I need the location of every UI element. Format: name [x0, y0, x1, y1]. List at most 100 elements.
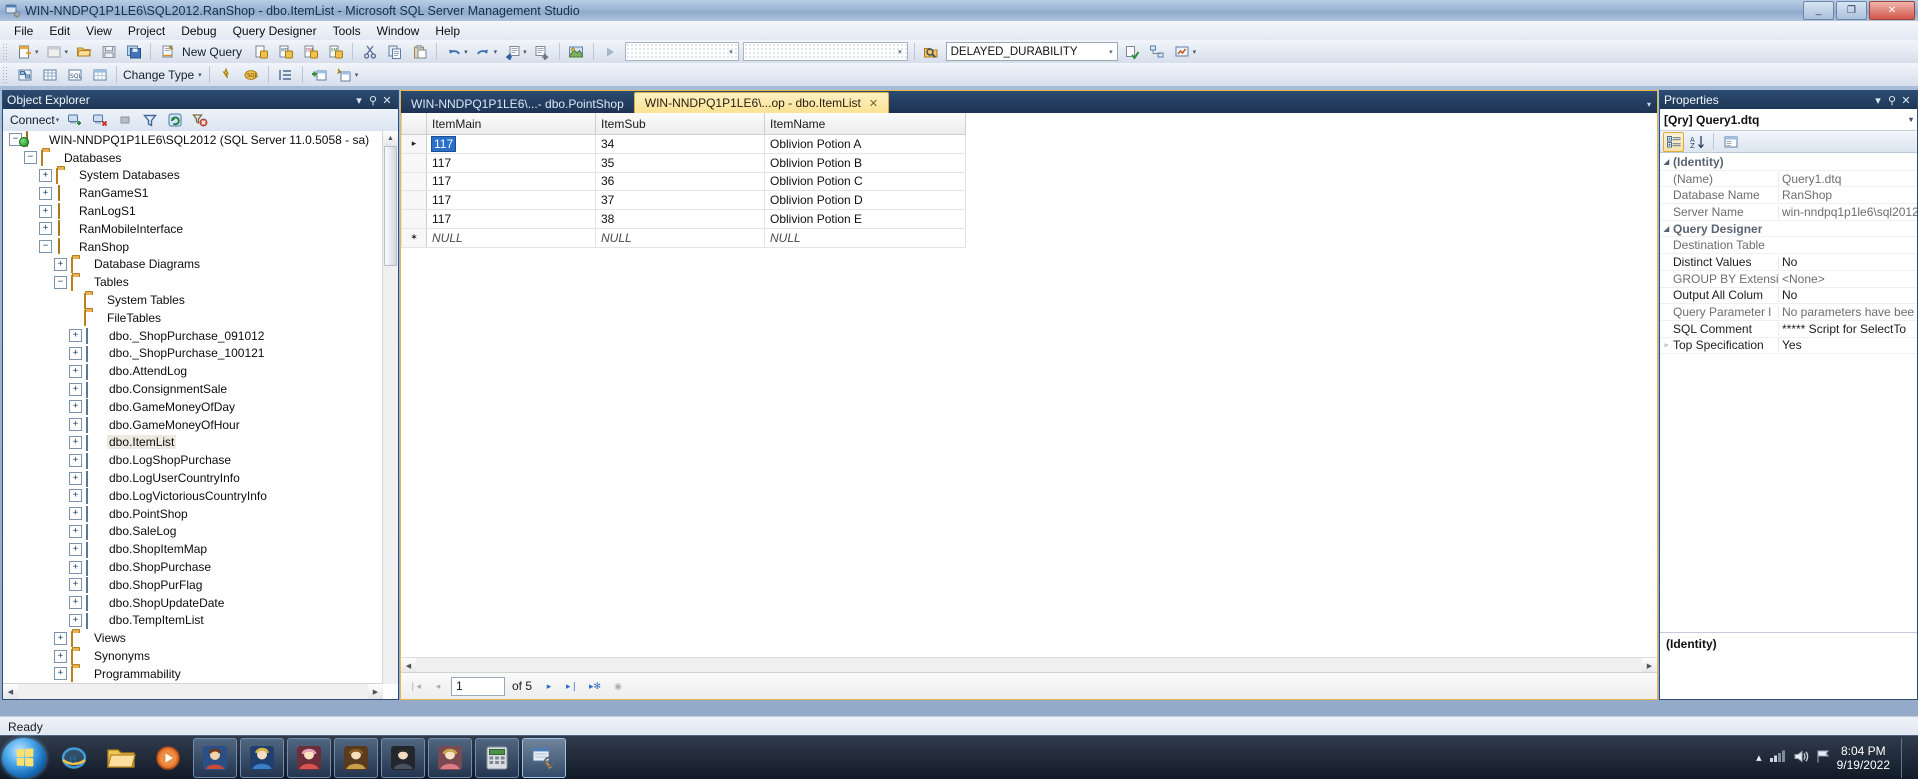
combo-1[interactable]: ▾ — [624, 42, 739, 61]
expand-icon[interactable]: + — [69, 435, 82, 449]
parse-icon[interactable] — [1121, 41, 1144, 63]
collapse-icon[interactable]: − — [24, 151, 37, 165]
tree-node[interactable]: + dbo.LogVictoriousCountryInfo — [3, 487, 398, 505]
property-value[interactable]: ***** Script for SelectTo — [1778, 321, 1917, 336]
new-project-icon[interactable] — [43, 41, 66, 63]
include-actual-plan-icon[interactable] — [1171, 41, 1194, 63]
table-cell[interactable]: 117 — [426, 171, 596, 192]
connect-icon[interactable] — [63, 109, 86, 131]
refresh-icon[interactable] — [163, 109, 186, 131]
pin-icon[interactable]: ⚲ — [1885, 93, 1899, 107]
expander-icon[interactable]: ◢ — [1660, 225, 1673, 233]
property-row[interactable]: GROUP BY Extensi <None> — [1660, 271, 1917, 288]
pin-icon[interactable]: ⚲ — [366, 93, 380, 107]
analysis-dmx-query-icon[interactable]: DM — [299, 41, 322, 63]
expand-icon[interactable]: + — [69, 507, 82, 521]
collapse-icon[interactable]: − — [39, 240, 52, 254]
tree-node[interactable]: − WIN-NNDPQ1P1LE6\SQL2012 (SQL Server 11.… — [3, 131, 398, 149]
categorized-icon[interactable] — [1663, 131, 1684, 152]
table-cell[interactable]: NULL — [426, 227, 596, 248]
property-row[interactable]: Destination Table — [1660, 237, 1917, 255]
table-cell[interactable]: 117 — [426, 152, 596, 173]
disconnect-icon[interactable] — [88, 109, 111, 131]
table-cell[interactable]: 37 — [595, 190, 765, 211]
expand-icon[interactable]: + — [39, 168, 52, 182]
menu-window[interactable]: Window — [369, 22, 428, 40]
clock[interactable]: 8:04 PM 9/19/2022 — [1837, 744, 1890, 772]
property-row[interactable]: SQL Comment ***** Script for SelectTo — [1660, 321, 1917, 338]
expand-icon[interactable]: + — [69, 542, 82, 556]
expand-icon[interactable]: + — [69, 471, 82, 485]
menu-tools[interactable]: Tools — [325, 22, 369, 40]
menu-debug[interactable]: Debug — [173, 22, 224, 40]
tree-node[interactable]: + dbo.ShopPurFlag — [3, 576, 398, 594]
tree-node[interactable]: + dbo._ShopPurchase_091012 — [3, 327, 398, 345]
save-all-icon[interactable] — [122, 41, 145, 63]
dropdown-icon[interactable]: ▾ — [1871, 93, 1885, 107]
row-selector[interactable] — [401, 209, 427, 229]
tab-overflow-icon[interactable]: ▾ — [1647, 100, 1651, 109]
table-cell[interactable]: Oblivion Potion A — [764, 134, 966, 154]
tree-node[interactable]: + RanLogS1 — [3, 202, 398, 220]
menu-query-designer[interactable]: Query Designer — [225, 22, 325, 40]
property-value[interactable]: Query1.dtq — [1778, 171, 1917, 186]
delayed-durability-combo[interactable]: DELAYED_DURABILITY ▾ — [945, 42, 1118, 61]
clear-filter-icon[interactable] — [188, 109, 211, 131]
table-cell[interactable]: 34 — [595, 134, 765, 154]
menu-view[interactable]: View — [78, 22, 120, 40]
action-center-icon[interactable] — [1816, 749, 1830, 767]
expand-icon[interactable]: + — [69, 560, 82, 574]
calculator-icon[interactable] — [475, 737, 519, 778]
tree-node[interactable]: + RanGameS1 — [3, 184, 398, 202]
properties-object-selector[interactable]: [Qry] Query1.dtq ▾ — [1660, 109, 1917, 131]
dropdown-icon[interactable]: ▾ — [352, 93, 366, 107]
table-row[interactable]: 117 38 Oblivion Potion E — [401, 209, 966, 229]
tree-node[interactable]: + dbo.SaleLog — [3, 523, 398, 541]
current-page-input[interactable]: 1 — [451, 676, 505, 696]
tree-node[interactable]: − Tables — [3, 273, 398, 291]
toolbox-icon[interactable] — [565, 41, 588, 63]
table-cell[interactable]: Oblivion Potion B — [764, 152, 966, 173]
tree-node[interactable]: + Synonyms — [3, 647, 398, 665]
object-explorer-tree[interactable]: − WIN-NNDPQ1P1LE6\SQL2012 (SQL Server 11.… — [3, 131, 398, 699]
tree-node[interactable]: − RanShop — [3, 238, 398, 256]
add-new-derived-table-icon[interactable] — [333, 64, 356, 86]
table-cell[interactable]: 117 — [426, 190, 596, 211]
game-app-icon-2[interactable] — [240, 737, 284, 778]
expand-icon[interactable]: + — [69, 418, 82, 432]
new-query-icon[interactable] — [156, 41, 179, 63]
tab-point-shop[interactable]: WIN-NNDPQ1P1LE6\...- dbo.PointShop — [401, 94, 634, 113]
game-app-icon-6[interactable] — [428, 737, 472, 778]
property-pages-icon[interactable] — [1720, 132, 1741, 152]
row-selector-header[interactable] — [401, 113, 427, 135]
expand-icon[interactable]: + — [69, 489, 82, 503]
copy-icon[interactable] — [383, 41, 406, 63]
tree-node[interactable]: + dbo.AttendLog — [3, 362, 398, 380]
row-selector[interactable] — [401, 152, 427, 173]
media-player-icon[interactable] — [146, 738, 190, 778]
show-hidden-icons-button[interactable]: ▴ — [1756, 751, 1762, 764]
new-query-button[interactable]: New Query — [180, 45, 248, 59]
tree-node[interactable]: + dbo.GameMoneyOfDay — [3, 398, 398, 416]
expand-icon[interactable]: + — [39, 204, 52, 218]
expand-icon[interactable]: + — [69, 596, 82, 610]
expand-icon[interactable]: + — [69, 578, 82, 592]
property-row[interactable]: (Name) Query1.dtq — [1660, 171, 1917, 188]
tree-node[interactable]: FileTables — [3, 309, 398, 327]
column-header-itemmain[interactable]: ItemMain — [426, 113, 596, 135]
expand-icon[interactable]: + — [69, 382, 82, 396]
expand-icon[interactable]: + — [54, 649, 67, 663]
scroll-left-icon[interactable]: ◀ — [401, 658, 416, 673]
tab-item-list[interactable]: WIN-NNDPQ1P1LE6\...op - dbo.ItemList ✕ — [633, 92, 890, 113]
game-app-icon-1[interactable] — [193, 737, 237, 778]
analysis-xmla-query-icon[interactable]: XM — [324, 41, 347, 63]
add-table-icon[interactable] — [308, 64, 331, 86]
tree-node[interactable]: + dbo.LogUserCountryInfo — [3, 469, 398, 487]
show-desktop-button[interactable] — [1901, 737, 1912, 778]
tree-node[interactable]: + dbo.GameMoneyOfHour — [3, 416, 398, 434]
table-row[interactable]: ✶ NULL NULL NULL — [401, 227, 966, 248]
expand-icon[interactable]: + — [69, 613, 82, 627]
sql-server-management-studio-icon[interactable] — [522, 737, 566, 778]
tree-node[interactable]: + dbo.ConsignmentSale — [3, 380, 398, 398]
table-cell[interactable]: Oblivion Potion E — [764, 209, 966, 229]
